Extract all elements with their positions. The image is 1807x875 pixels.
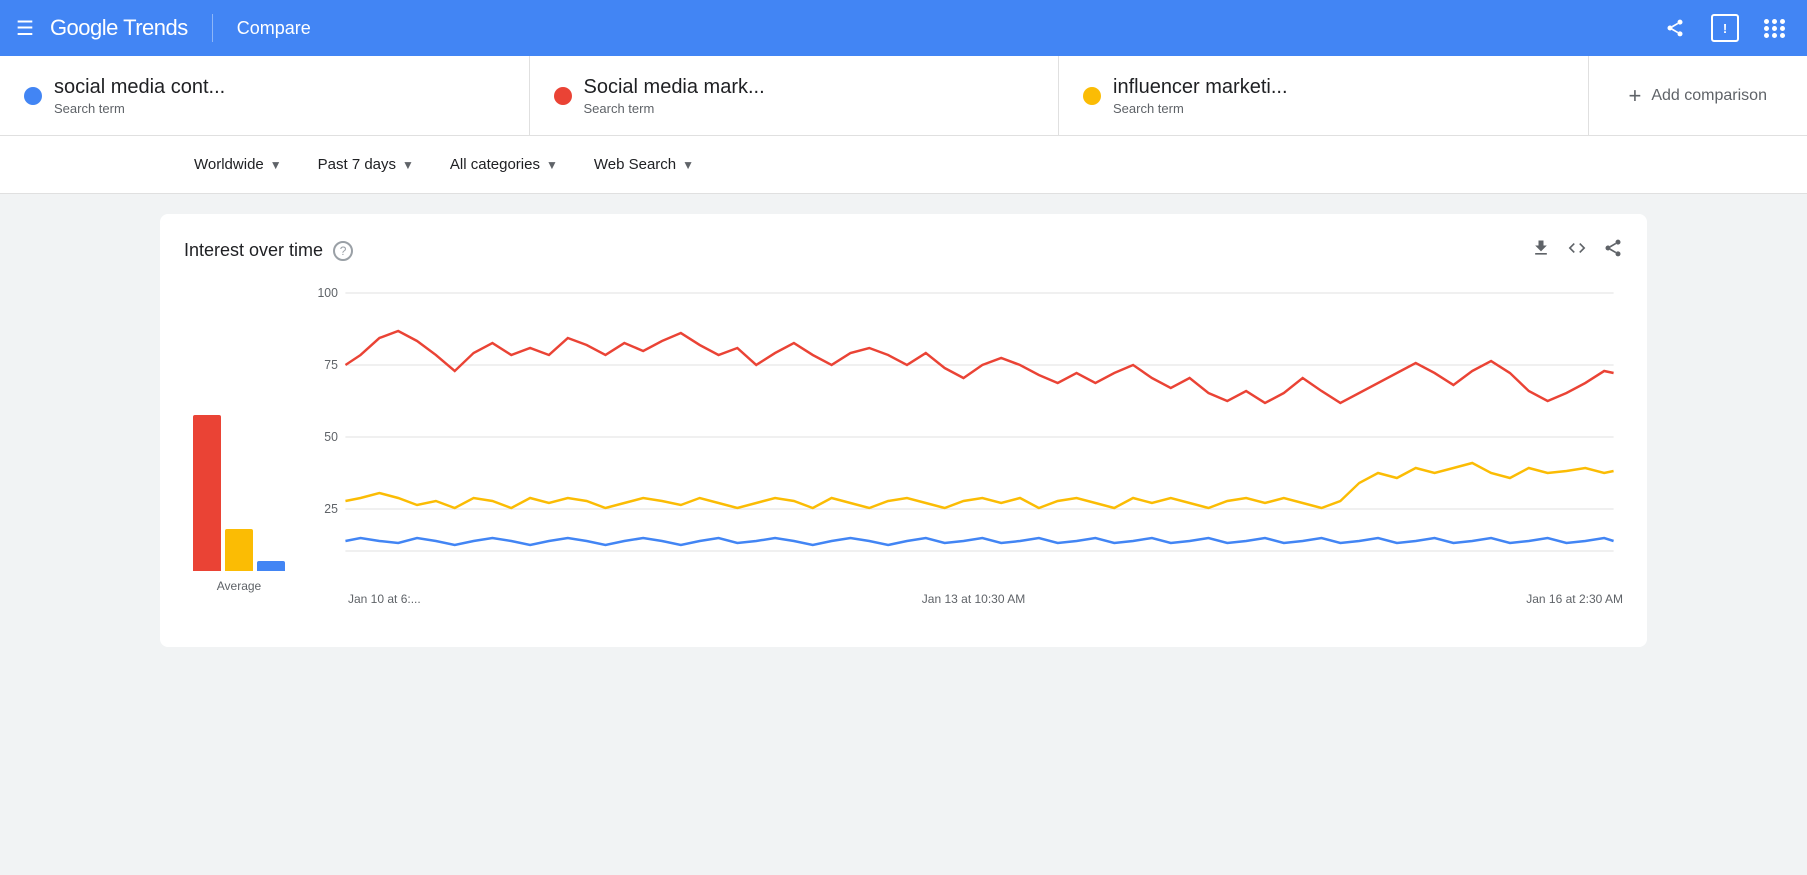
app-header: ☰ Google Trends Compare ! — [0, 0, 1807, 56]
term1-dot — [24, 87, 42, 105]
app-logo: Google Trends — [50, 15, 188, 41]
filters-row: Worldwide ▼ Past 7 days ▼ All categories… — [0, 136, 1807, 194]
apps-icon[interactable] — [1759, 12, 1791, 44]
card-title-row: Interest over time ? — [184, 240, 353, 261]
term3-type: Search term — [1113, 101, 1288, 116]
yellow-line — [345, 463, 1613, 508]
add-comparison-label: Add comparison — [1651, 87, 1767, 105]
x-label-1: Jan 10 at 6:... — [348, 592, 421, 606]
svg-text:100: 100 — [318, 286, 338, 300]
menu-icon[interactable]: ☰ — [16, 16, 34, 41]
search-term-3[interactable]: influencer marketi... Search term — [1059, 56, 1589, 135]
x-label-2: Jan 13 at 10:30 AM — [922, 592, 1025, 606]
bar-red — [193, 415, 221, 571]
region-dropdown-icon: ▼ — [270, 158, 282, 172]
line-chart-svg: 100 75 50 25 — [304, 283, 1623, 583]
search-type-dropdown-icon: ▼ — [682, 158, 694, 172]
header-divider — [212, 14, 213, 42]
embed-code-icon[interactable] — [1567, 238, 1587, 263]
card-title: Interest over time — [184, 240, 323, 261]
card-header: Interest over time ? — [184, 238, 1623, 263]
header-actions: ! — [1659, 12, 1791, 44]
line-chart-area: 100 75 50 25 Jan 10 at 6:... Jan 13 at 1… — [304, 283, 1623, 623]
term3-label: influencer marketi... — [1113, 76, 1288, 99]
time-filter[interactable]: Past 7 days ▼ — [304, 148, 428, 181]
term3-text: influencer marketi... Search term — [1113, 76, 1288, 116]
card-actions — [1531, 238, 1623, 263]
bar-yellow — [225, 529, 253, 571]
svg-text:25: 25 — [324, 502, 338, 516]
share-icon[interactable] — [1659, 12, 1691, 44]
term1-type: Search term — [54, 101, 225, 116]
term3-dot — [1083, 87, 1101, 105]
time-label: Past 7 days — [318, 156, 396, 173]
x-label-3: Jan 16 at 2:30 AM — [1526, 592, 1623, 606]
category-dropdown-icon: ▼ — [546, 158, 558, 172]
red-line — [345, 331, 1613, 403]
category-label: All categories — [450, 156, 540, 173]
search-type-filter[interactable]: Web Search ▼ — [580, 148, 708, 181]
search-terms-bar: social media cont... Search term Social … — [0, 56, 1807, 136]
help-icon[interactable]: ? — [333, 241, 353, 261]
feedback-icon[interactable]: ! — [1711, 14, 1739, 42]
term2-type: Search term — [584, 101, 765, 116]
average-bar-chart — [193, 371, 285, 571]
blue-line — [345, 538, 1613, 545]
plus-icon: + — [1629, 83, 1642, 109]
term2-text: Social media mark... Search term — [584, 76, 765, 116]
interest-over-time-card: Interest over time ? — [160, 214, 1647, 647]
term2-label: Social media mark... — [584, 76, 765, 99]
average-label: Average — [217, 579, 261, 593]
download-icon[interactable] — [1531, 238, 1551, 263]
search-type-label: Web Search — [594, 156, 676, 173]
chart-container: Average 100 75 50 25 — [184, 283, 1623, 623]
x-axis-labels: Jan 10 at 6:... Jan 13 at 10:30 AM Jan 1… — [304, 588, 1623, 606]
page-title: Compare — [237, 18, 311, 39]
term1-label: social media cont... — [54, 76, 225, 99]
time-dropdown-icon: ▼ — [402, 158, 414, 172]
region-label: Worldwide — [194, 156, 264, 173]
chart-sidebar: Average — [184, 371, 304, 623]
term2-dot — [554, 87, 572, 105]
search-term-2[interactable]: Social media mark... Search term — [530, 56, 1060, 135]
search-term-1[interactable]: social media cont... Search term — [0, 56, 530, 135]
bar-blue — [257, 561, 285, 571]
main-content: Interest over time ? — [0, 194, 1807, 683]
category-filter[interactable]: All categories ▼ — [436, 148, 572, 181]
term1-text: social media cont... Search term — [54, 76, 225, 116]
share-card-icon[interactable] — [1603, 238, 1623, 263]
add-comparison-button[interactable]: + Add comparison — [1589, 56, 1807, 135]
svg-text:75: 75 — [324, 358, 338, 372]
svg-text:50: 50 — [324, 430, 338, 444]
region-filter[interactable]: Worldwide ▼ — [180, 148, 296, 181]
